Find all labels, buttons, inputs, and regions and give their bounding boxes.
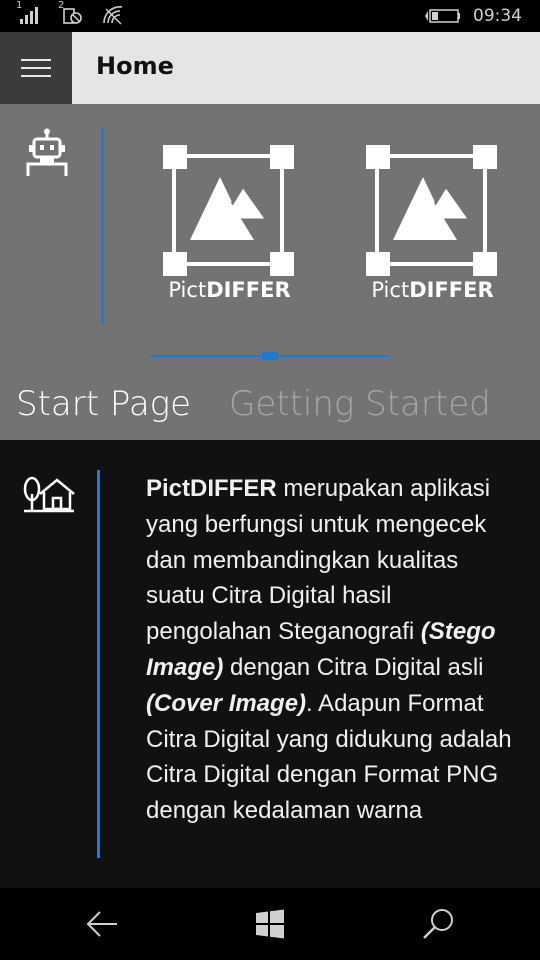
- logo-text-light: Pict: [371, 278, 410, 302]
- tab-getting-started[interactable]: Getting Started: [229, 384, 491, 424]
- logo-text-bold: DIFFER: [409, 278, 494, 302]
- pictdiffer-logo-graphic: [366, 145, 497, 276]
- search-button[interactable]: [418, 906, 458, 942]
- hamburger-icon: [21, 59, 51, 77]
- content-divider: [97, 470, 100, 858]
- cover-image-term: (Cover Image): [146, 689, 307, 717]
- menu-button[interactable]: [0, 32, 72, 104]
- status-left: 1 2: [16, 0, 124, 25]
- wifi-icon: [102, 5, 124, 25]
- search-icon: [423, 909, 453, 939]
- sim2-status-icon: 2: [58, 0, 84, 25]
- logo-text: PictDIFFER: [162, 278, 297, 302]
- sim2-label: 2: [58, 0, 65, 11]
- status-time: 09:34: [473, 6, 522, 26]
- logo-text-light: Pict: [168, 278, 207, 302]
- battery-icon: [425, 7, 461, 25]
- hero-scrollbar-thumb[interactable]: [262, 352, 278, 360]
- app-description: PictDIFFER merupakan aplikasi yang berfu…: [146, 471, 521, 829]
- status-bar: 1 2 09:34: [0, 0, 540, 32]
- pivot-tabs: Start Page Getting Started: [16, 384, 491, 424]
- logo-text: PictDIFFER: [365, 278, 500, 302]
- signal-icon: 1: [16, 0, 42, 25]
- hero-panel: PictDIFFER PictDIFFER Start Page Getting…: [0, 104, 540, 440]
- logo-text-bold: DIFFER: [206, 278, 291, 302]
- back-button[interactable]: [82, 906, 122, 942]
- pictdiffer-logo-graphic: [163, 145, 294, 276]
- pictdiffer-logo: PictDIFFER: [162, 144, 297, 304]
- windows-logo-icon: [256, 909, 284, 939]
- tab-start-page[interactable]: Start Page: [16, 384, 191, 424]
- back-arrow-icon: [86, 911, 117, 937]
- pictdiffer-logo: PictDIFFER: [365, 144, 500, 304]
- app-header: Home: [0, 32, 540, 104]
- start-page-content: PictDIFFER merupakan aplikasi yang berfu…: [0, 440, 540, 888]
- description-text-2: dengan Citra Digital asli: [223, 653, 484, 681]
- tree-house-icon: [22, 476, 76, 518]
- sim1-label: 1: [16, 0, 23, 11]
- status-right: 09:34: [425, 6, 522, 26]
- system-nav-bar: [0, 888, 540, 960]
- robot-icon: [24, 128, 70, 182]
- app-name: PictDIFFER: [146, 475, 277, 502]
- hero-scrollbar[interactable]: [150, 352, 390, 360]
- hero-divider: [101, 128, 104, 324]
- start-button[interactable]: [250, 906, 290, 942]
- page-title: Home: [96, 52, 174, 80]
